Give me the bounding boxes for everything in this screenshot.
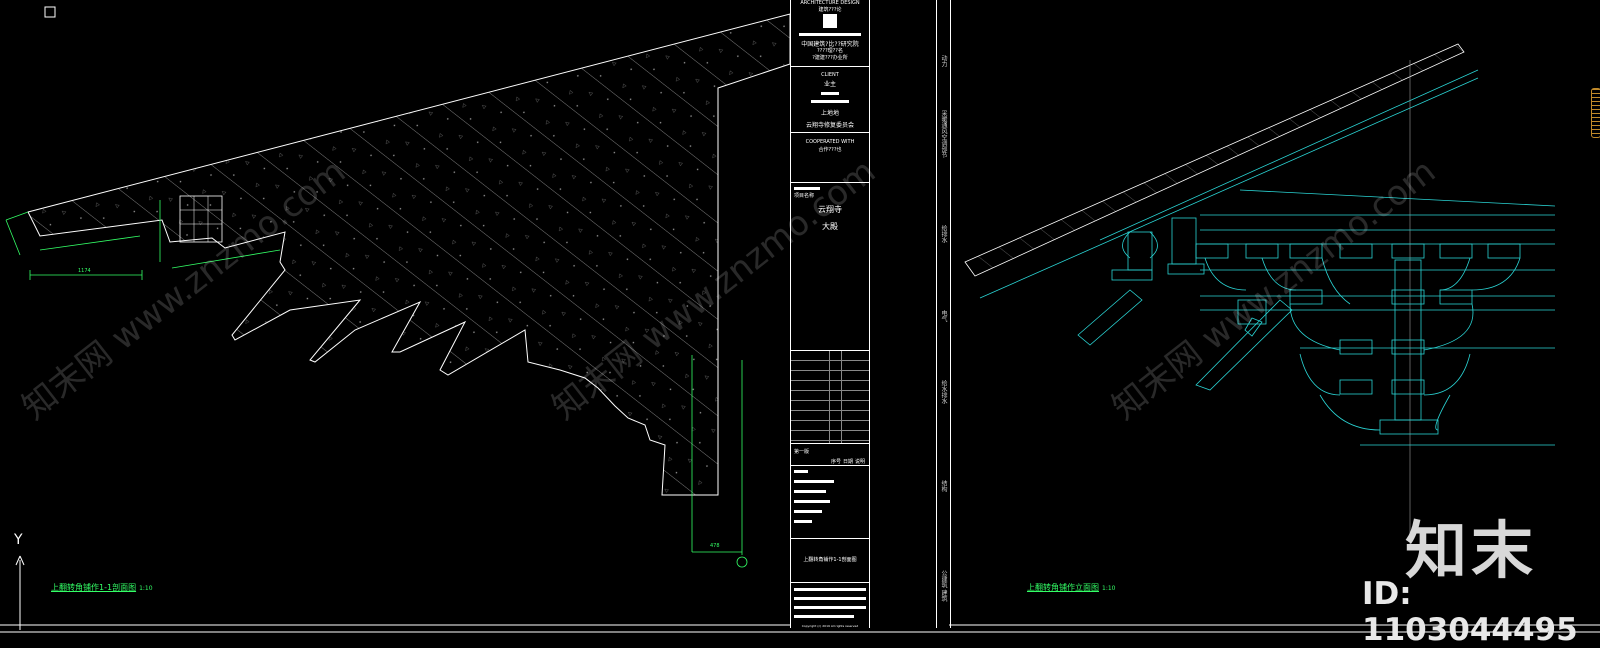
- roof-slab: [964, 43, 1465, 277]
- watermark-id-text: ID: 1103044495: [1362, 576, 1578, 648]
- right-view-scale: 1:10: [1102, 585, 1116, 592]
- right-view-title: 上翻转角铺作立面图 1:10: [1027, 582, 1115, 593]
- right-elevation-drawing: [949, 43, 1600, 626]
- right-view-title-text: 上翻转角铺作立面图: [1027, 583, 1099, 592]
- vertical-scrollbar-thumb[interactable]: [1591, 88, 1600, 138]
